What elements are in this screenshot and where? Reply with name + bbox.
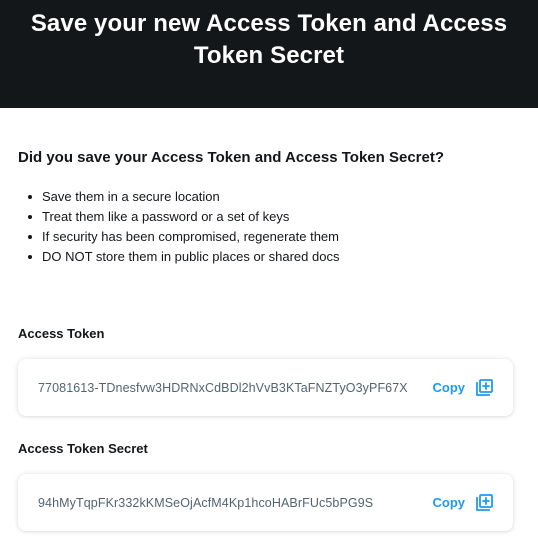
access-token-value[interactable]: 77081613-TDnesfvw3HDRNxCdBDl2hVvB3KTaFNZ… bbox=[38, 380, 433, 396]
main-content: Did you save your Access Token and Acces… bbox=[0, 149, 538, 531]
tip-item: If security has been compromised, regene… bbox=[28, 227, 520, 247]
access-token-box: 77081613-TDnesfvw3HDRNxCdBDl2hVvB3KTaFNZ… bbox=[18, 359, 513, 416]
save-question: Did you save your Access Token and Acces… bbox=[18, 149, 444, 166]
access-token-secret-box: 94hMyTqpFKr332kKMSeOjAcfM4Kp1hcoHABrFUc5… bbox=[18, 474, 513, 531]
tip-item: Save them in a secure location bbox=[28, 187, 520, 207]
copy-button-label: Copy bbox=[432, 380, 466, 395]
access-token-secret-label: Access Token Secret bbox=[18, 441, 148, 456]
tip-item: DO NOT store them in public places or sh… bbox=[28, 247, 520, 267]
access-token-secret-value[interactable]: 94hMyTqpFKr332kKMSeOjAcfM4Kp1hcoHABrFUc5… bbox=[38, 495, 433, 511]
copy-add-icon bbox=[476, 493, 493, 511]
page-header: Save your new Access Token and Access To… bbox=[0, 0, 538, 108]
tip-item: Treat them like a password or a set of k… bbox=[28, 207, 520, 227]
copy-access-token-secret-button[interactable]: Copy bbox=[433, 492, 496, 514]
page-title: Save your new Access Token and Access To… bbox=[30, 10, 508, 69]
copy-add-icon bbox=[476, 378, 493, 396]
copy-access-token-button[interactable]: Copy bbox=[433, 377, 496, 399]
copy-button-label: Copy bbox=[432, 495, 466, 510]
tips-list: Save them in a secure location Treat the… bbox=[18, 187, 520, 267]
access-token-label: Access Token bbox=[18, 326, 105, 341]
